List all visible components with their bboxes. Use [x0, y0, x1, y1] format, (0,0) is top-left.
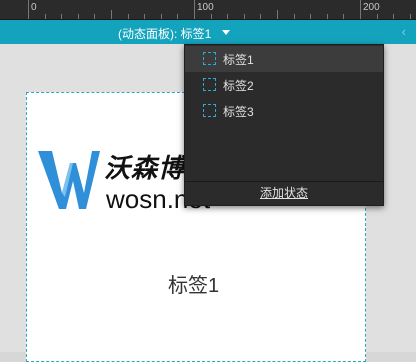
- ruler-minor-tick: [410, 14, 411, 19]
- ruler-minor-tick: [211, 14, 212, 19]
- ruler-minor-tick: [227, 14, 228, 19]
- horizontal-ruler: 0 100 200: [0, 0, 416, 20]
- state-item[interactable]: 标签1: [185, 46, 383, 72]
- ruler-label-200: 200: [363, 2, 380, 13]
- state-item-label: 标签2: [223, 79, 254, 93]
- ruler-label-0: 0: [31, 2, 37, 13]
- state-item[interactable]: 标签3: [185, 98, 383, 124]
- ruler-minor-tick: [277, 10, 278, 19]
- ruler-minor-tick: [377, 14, 378, 19]
- ruler-minor-tick: [161, 14, 162, 19]
- ruler-minor-tick: [177, 14, 178, 19]
- dynamic-panel-bar: (动态面板): 标签1 ‹: [0, 20, 416, 44]
- ruler-label-100: 100: [197, 2, 214, 13]
- chevron-down-icon[interactable]: [222, 30, 230, 35]
- panel-state-label: 标签1: [168, 275, 220, 297]
- state-item-label: 标签3: [223, 105, 254, 119]
- state-box-icon: [203, 78, 216, 91]
- ruler-minor-tick: [393, 14, 394, 19]
- state-box-icon: [203, 104, 216, 117]
- ruler-major-tick: [28, 0, 29, 19]
- panel-state-selector[interactable]: (动态面板): 标签1: [118, 25, 211, 42]
- ruler-minor-tick: [294, 14, 295, 19]
- ruler-minor-tick: [128, 14, 129, 19]
- add-state-link[interactable]: 添加状态: [185, 182, 383, 205]
- ruler-minor-tick: [78, 14, 79, 19]
- ruler-minor-tick: [144, 14, 145, 19]
- ruler-minor-tick: [94, 14, 95, 19]
- wosn-logo-icon: [38, 151, 100, 209]
- state-box-icon: [203, 52, 216, 65]
- ruler-minor-tick: [260, 14, 261, 19]
- ruler-minor-tick: [111, 10, 112, 19]
- chevron-left-icon[interactable]: ‹: [402, 24, 406, 39]
- ruler-minor-tick: [45, 14, 46, 19]
- ruler-minor-tick: [244, 14, 245, 19]
- ruler-minor-tick: [61, 14, 62, 19]
- ruler-minor-tick: [310, 14, 311, 19]
- ruler-minor-tick: [327, 14, 328, 19]
- state-item[interactable]: 标签2: [185, 72, 383, 98]
- ruler-major-tick: [360, 0, 361, 19]
- ruler-minor-tick: [343, 14, 344, 19]
- state-item-label: 标签1: [223, 53, 254, 67]
- state-dropdown: 标签1 标签2 标签3 添加状态: [184, 44, 384, 206]
- ruler-major-tick: [194, 0, 195, 19]
